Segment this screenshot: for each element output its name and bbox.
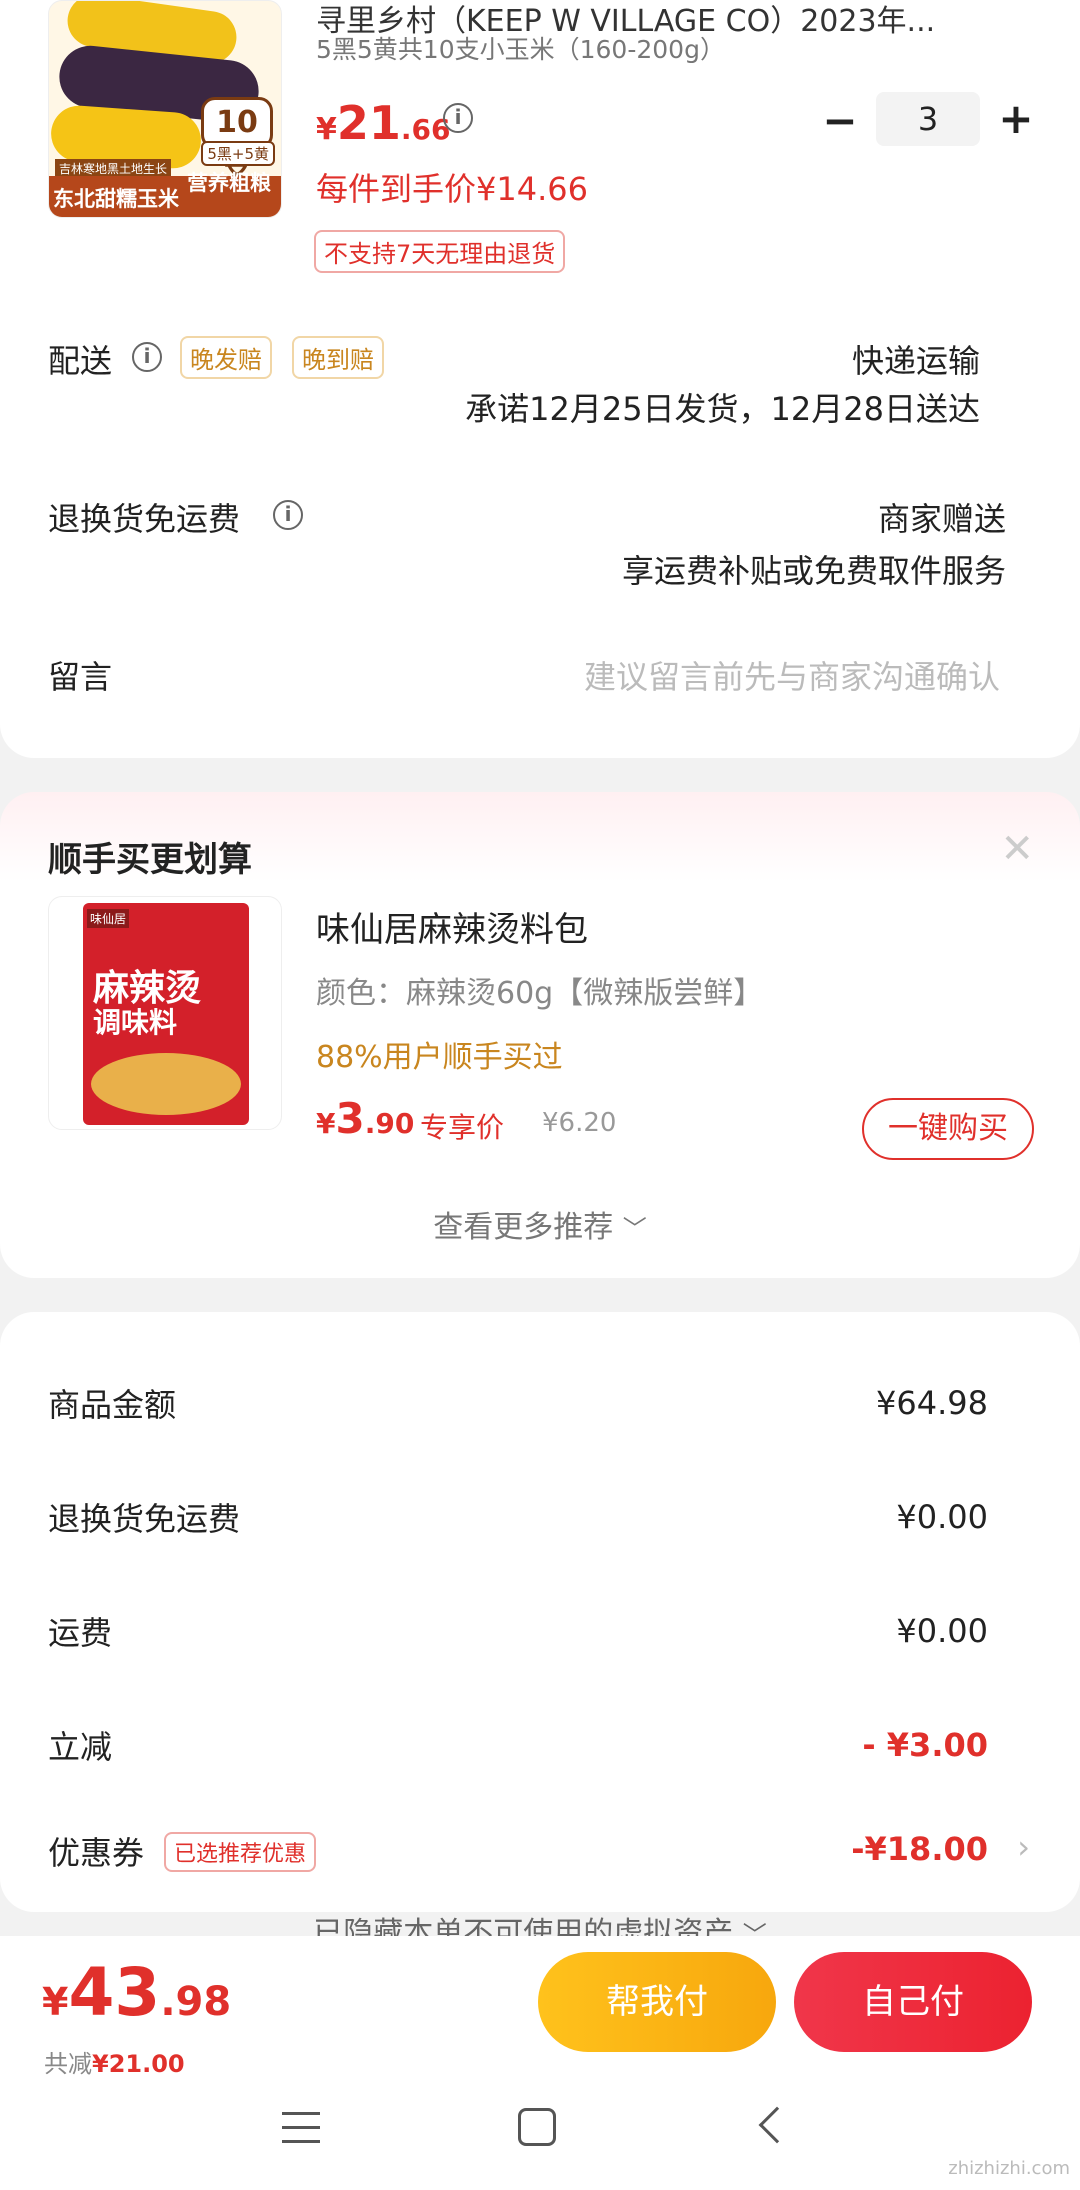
shipping-label: 配送 [48, 342, 113, 380]
message-input[interactable]: 建议留言前先与商家沟通确认 [584, 652, 1000, 698]
thumb-line3: 营养粗粮 [187, 171, 271, 195]
return-fee-value: 商家赠送 [877, 500, 1006, 538]
addon-close-icon[interactable]: ✕ [1000, 826, 1034, 872]
addon-section-title: 顺手买更划算 [48, 840, 252, 880]
price-info-icon[interactable] [443, 103, 473, 133]
saved-value: ¥21.00 [92, 2050, 185, 2078]
addon-price-dec: .90 [364, 1107, 415, 1140]
watermark: zhizhizhi.com [948, 2158, 1070, 2179]
product-price: ¥21.66 [316, 96, 451, 150]
addon-name[interactable]: 味仙居麻辣烫料包 [316, 902, 588, 951]
addon-card: 顺手买更划算 ✕ 味仙居 麻辣烫 调味料 味仙居麻辣烫料包 颜色：麻辣烫60g【… [0, 792, 1080, 1278]
return-fee-desc: 享运费补贴或免费取件服务 [621, 552, 1006, 590]
addon-orig-price: ¥6.20 [542, 1108, 617, 1138]
menu-line [282, 2140, 320, 2143]
shipping-info-icon[interactable] [132, 342, 162, 372]
quantity-plus-button[interactable]: + [996, 94, 1036, 143]
pkg-bowl [91, 1053, 241, 1115]
message-label: 留言 [48, 658, 113, 696]
total-price-symbol: ¥ [42, 1980, 69, 2024]
menu-line [282, 2126, 320, 2129]
summary-freight-label: 运费 [48, 1614, 113, 1652]
pkg-body: 味仙居 麻辣烫 调味料 [83, 903, 249, 1125]
late-arrive-tag: 晚到赔 [292, 336, 384, 379]
thumb-mix-badge: 5黑+5黄 [201, 141, 275, 166]
shipping-promise: 承诺12月25日发货，12月28日送达 [465, 390, 980, 428]
late-ship-tag: 晚发赔 [180, 336, 272, 379]
coupon-chevron-icon[interactable]: › [1017, 1828, 1030, 1866]
summary-goods-label: 商品金额 [48, 1386, 177, 1424]
return-fee-label: 退换货免运费 [48, 500, 241, 538]
summary-freight-value: ¥0.00 [896, 1612, 988, 1650]
price-int: 21 [336, 96, 401, 150]
quantity-input[interactable]: 3 [876, 92, 980, 146]
addon-price: ¥3.90 [316, 1094, 414, 1143]
addon-price-symbol: ¥ [316, 1107, 336, 1140]
total-price-int: 43 [68, 1954, 161, 2031]
summary-return-value: ¥0.00 [896, 1498, 988, 1536]
coupon-tag: 已选推荐优惠 [164, 1832, 317, 1872]
help-pay-button[interactable]: 帮我付 [538, 1952, 776, 2052]
summary-coupon-label: 优惠券 [48, 1834, 145, 1872]
return-fee-info-icon[interactable] [273, 500, 303, 530]
thumb-line2: 东北甜糯玉米 [53, 187, 179, 211]
summary-goods-value: ¥64.98 [876, 1384, 988, 1422]
price-symbol: ¥ [316, 112, 337, 147]
total-price: ¥43.98 [42, 1954, 231, 2031]
menu-line [282, 2112, 320, 2115]
summary-coupon-value[interactable]: -¥18.00 [851, 1830, 988, 1868]
saved-label: 共减 [44, 2050, 92, 2078]
checkout-bar: ¥43.98 共减¥21.00 帮我付 自己付 zhizhizhi.com [0, 1936, 1080, 2190]
addon-more-link[interactable]: 查看更多推荐 ﹀ [0, 1202, 1080, 1246]
chevron-down-icon: ﹀ [622, 1215, 647, 1243]
self-pay-button[interactable]: 自己付 [794, 1952, 1032, 2052]
quantity-minus-button[interactable]: − [820, 96, 860, 145]
unit-price-label: 每件到手价¥14.66 [316, 170, 588, 208]
shipping-method[interactable]: 快递运输 [852, 336, 980, 382]
nav-menu-icon[interactable] [282, 2110, 322, 2146]
product-thumbnail[interactable]: 10支 5黑+5黄 吉林寒地黑土地生长 东北甜糯玉米 营养粗粮 [48, 0, 282, 218]
no-return-tag: 不支持7天无理由退货 [314, 230, 566, 273]
pkg-title2: 调味料 [93, 1006, 178, 1039]
addon-buy-button[interactable]: 一键购买 [862, 1098, 1034, 1160]
nav-back-icon[interactable] [758, 2106, 796, 2144]
nav-home-icon[interactable] [518, 2108, 556, 2146]
pkg-brand: 味仙居 [87, 909, 130, 928]
summary-return-label: 退换货免运费 [48, 1500, 241, 1538]
addon-more-label: 查看更多推荐 [433, 1210, 614, 1245]
summary-card: 商品金额 ¥64.98 退换货免运费 ¥0.00 运费 ¥0.00 立减 - ¥… [0, 1312, 1080, 1912]
summary-discount-label: 立减 [48, 1728, 113, 1766]
total-saved: 共减¥21.00 [44, 2044, 185, 2079]
total-price-dec: .98 [160, 1979, 232, 2025]
addon-social-proof: 88%用户顺手买过 [316, 1040, 563, 1075]
addon-spec: 颜色：麻辣烫60g【微辣版尝鲜】 [316, 976, 764, 1011]
addon-price-tag: 专享价 [420, 1111, 505, 1144]
addon-thumbnail[interactable]: 味仙居 麻辣烫 调味料 [48, 896, 282, 1130]
summary-discount-value: - ¥3.00 [862, 1726, 988, 1764]
product-spec[interactable]: 5黑5黄共10支小玉米（160-200g） [316, 30, 725, 66]
addon-price-int: 3 [335, 1094, 365, 1143]
order-card: 10支 5黑+5黄 吉林寒地黑土地生长 东北甜糯玉米 营养粗粮 寻里乡村（KEE… [0, 0, 1080, 758]
